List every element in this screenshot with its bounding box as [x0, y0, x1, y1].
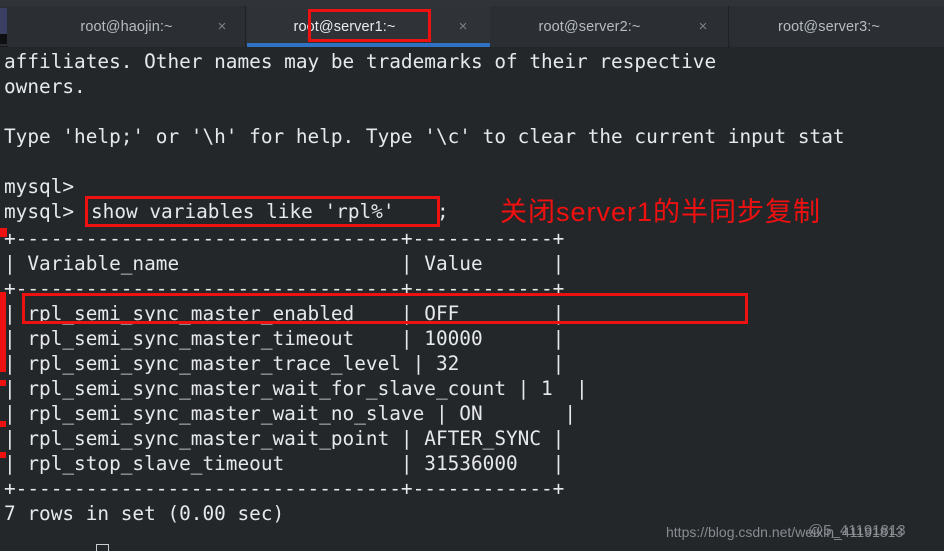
annotation-note-text: 关闭server1的半同步复制 [500, 197, 822, 227]
terminal-window: root@haojin:~ × root@server1:~ × root@se… [0, 0, 944, 551]
tab-root-server3[interactable]: root@server3:~ [730, 6, 944, 47]
terminal-cursor [96, 544, 109, 551]
table-rule-bottom: +---------------------------------+-----… [4, 477, 565, 500]
row-count-line: 7 rows in set (0.00 sec) [4, 502, 285, 525]
tab-root-server1[interactable]: root@server1:~ × [247, 6, 490, 47]
tab-bar: root@haojin:~ × root@server1:~ × root@se… [0, 0, 944, 47]
tab-root-server2[interactable]: root@server2:~ × [491, 6, 729, 47]
window-edge-indicator [0, 8, 7, 34]
terminal-line: Type 'help;' or '\h' for help. Type '\c'… [4, 125, 845, 148]
annotation-edge-mark [0, 380, 6, 386]
annotation-edge-mark [0, 452, 6, 458]
annotation-edge-mark [0, 228, 7, 237]
close-icon[interactable]: × [694, 18, 712, 36]
table-row: | rpl_semi_sync_master_timeout | 10000 | [4, 327, 565, 350]
table-row: | rpl_stop_slave_timeout | 31536000 | [4, 452, 565, 475]
annotation-edge-mark [0, 421, 6, 427]
table-rule-header: +---------------------------------+-----… [4, 277, 565, 300]
tab-label: root@server1:~ [293, 18, 396, 35]
window-edge-indicator-secondary [0, 34, 7, 44]
tab-root-haojin[interactable]: root@haojin:~ × [8, 6, 246, 47]
terminal-line: affiliates. Other names may be trademark… [4, 50, 717, 73]
table-row: | rpl_semi_sync_master_trace_level | 32 … [4, 352, 565, 375]
terminal-command-text: show variables like 'rpl%' [91, 200, 395, 223]
table-header-row: | Variable_name | Value | [4, 252, 565, 275]
tab-label: root@server2:~ [538, 18, 641, 35]
tab-label: root@haojin:~ [80, 18, 173, 35]
terminal-output-area[interactable]: affiliates. Other names may be trademark… [0, 47, 944, 551]
close-icon[interactable]: × [213, 18, 231, 36]
terminal-command-prompt: mysql> [4, 200, 75, 223]
watermark-overlay: @5_41191813 [808, 522, 906, 539]
table-rule-top: +---------------------------------+-----… [4, 227, 565, 250]
table-row: | rpl_semi_sync_master_enabled | OFF | [4, 302, 565, 325]
table-row: | rpl_semi_sync_master_wait_for_slave_co… [4, 377, 588, 400]
close-icon[interactable]: × [454, 18, 472, 36]
terminal-line: owners. [4, 75, 86, 98]
table-row: | rpl_semi_sync_master_wait_no_slave | O… [4, 402, 577, 425]
annotation-edge-mark [0, 292, 6, 372]
terminal-prompt-line: mysql> [4, 175, 75, 198]
terminal-command-terminator: ; [437, 200, 449, 223]
tab-label: root@server3:~ [778, 18, 880, 35]
table-row: | rpl_semi_sync_master_wait_point | AFTE… [4, 427, 565, 450]
